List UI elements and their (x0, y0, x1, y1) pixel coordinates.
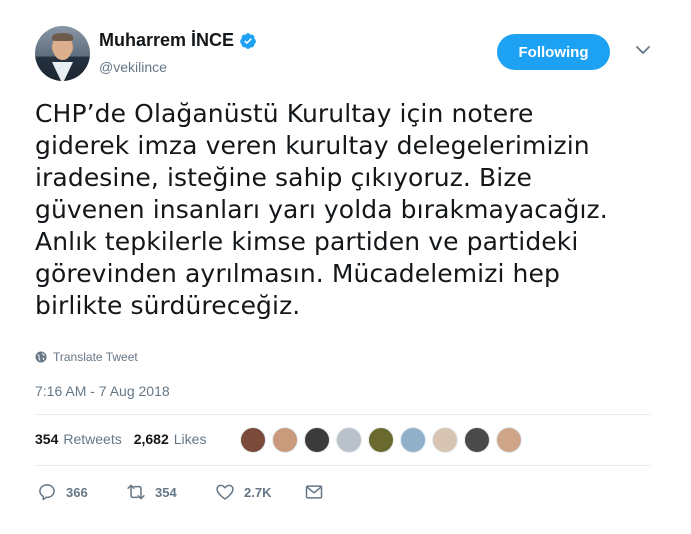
like-count: 2.7K (244, 484, 272, 500)
tweet-card: Muharrem İNCE @vekilince Following CHP’d… (0, 0, 691, 534)
tweet-header: Muharrem İNCE @vekilince Following (35, 26, 665, 82)
avatar-hair (52, 33, 73, 41)
likes-count: 2,682 (133, 431, 169, 447)
liker-avatar[interactable] (304, 427, 330, 453)
chevron-down-icon[interactable] (635, 42, 651, 58)
verified-badge-icon (240, 32, 256, 49)
divider (35, 414, 651, 415)
retweet-icon (127, 484, 145, 500)
tweet-actions: 366 354 2.7K (37, 482, 363, 502)
heart-icon (216, 484, 234, 500)
avatar[interactable] (35, 26, 90, 81)
divider (35, 465, 651, 466)
translate-label[interactable]: Translate Tweet (53, 350, 138, 364)
globe-icon (35, 351, 47, 363)
reply-count: 366 (66, 484, 88, 500)
retweet-count: 354 (155, 484, 177, 500)
name-row: Muharrem İNCE (99, 30, 257, 51)
reply-icon (39, 484, 55, 501)
avatar-shirt (52, 62, 73, 81)
reply-button[interactable]: 366 (37, 482, 96, 502)
liker-avatar[interactable] (496, 427, 522, 453)
liker-avatar[interactable] (432, 427, 458, 453)
liker-avatars (240, 427, 528, 453)
retweets-stat[interactable]: 354 Retweets (35, 431, 122, 447)
tweet-text: CHP’de Olağanüstü Kurultay için notere g… (35, 99, 608, 320)
translate-tweet-link[interactable]: Translate Tweet (35, 350, 138, 364)
display-name[interactable]: Muharrem İNCE (99, 30, 234, 51)
retweets-label: Retweets (63, 431, 122, 447)
liker-avatar[interactable] (400, 427, 426, 453)
envelope-icon (305, 485, 323, 499)
direct-message-button[interactable] (304, 482, 333, 502)
liker-avatar[interactable] (336, 427, 362, 453)
user-handle[interactable]: @vekilince (99, 59, 167, 75)
retweet-button[interactable]: 354 (126, 482, 185, 502)
liker-avatar[interactable] (272, 427, 298, 453)
liker-avatar[interactable] (464, 427, 490, 453)
following-button[interactable]: Following (497, 34, 610, 70)
retweets-count: 354 (35, 431, 59, 447)
likes-label: Likes (173, 431, 207, 447)
like-button[interactable]: 2.7K (215, 482, 274, 502)
liker-avatar[interactable] (240, 427, 266, 453)
tweet-stats: 354 Retweets 2,682 Likes (35, 431, 218, 447)
liker-avatar[interactable] (368, 427, 394, 453)
likes-stat[interactable]: 2,682 Likes (134, 431, 207, 447)
tweet-timestamp[interactable]: 7:16 AM - 7 Aug 2018 (35, 383, 170, 399)
